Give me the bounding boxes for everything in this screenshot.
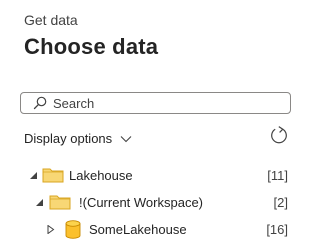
tree-item-label: SomeLakehouse	[89, 222, 187, 237]
tree-item-label: !(Current Workspace)	[79, 195, 204, 210]
dialog-subtitle: Get data	[24, 12, 78, 28]
chevron-down-icon	[120, 135, 132, 142]
tree-item-count: [11]	[267, 168, 288, 183]
expanded-caret-icon[interactable]	[36, 198, 44, 207]
tree-item-lakehouse[interactable]: Lakehouse [11]	[0, 163, 300, 189]
collapsed-caret-icon[interactable]	[47, 225, 55, 234]
database-icon	[65, 220, 81, 239]
dialog-title: Choose data	[24, 34, 159, 59]
refresh-icon[interactable]	[269, 125, 289, 145]
tree-item-count: [2]	[273, 195, 288, 210]
tree-item-label: Lakehouse	[69, 168, 133, 183]
display-options-dropdown[interactable]: Display options	[24, 131, 132, 146]
display-options-label: Display options	[24, 131, 113, 146]
tree-item-current-workspace[interactable]: !(Current Workspace) [2]	[0, 190, 300, 216]
search-icon	[33, 96, 47, 110]
tree-item-count: [16]	[266, 222, 288, 237]
folder-icon	[49, 195, 71, 210]
tree-item-somelakehouse[interactable]: SomeLakehouse [16]	[0, 217, 300, 243]
expanded-caret-icon[interactable]	[30, 171, 38, 180]
folder-icon	[42, 168, 64, 183]
search-box[interactable]	[20, 92, 291, 114]
search-input[interactable]	[53, 94, 273, 112]
